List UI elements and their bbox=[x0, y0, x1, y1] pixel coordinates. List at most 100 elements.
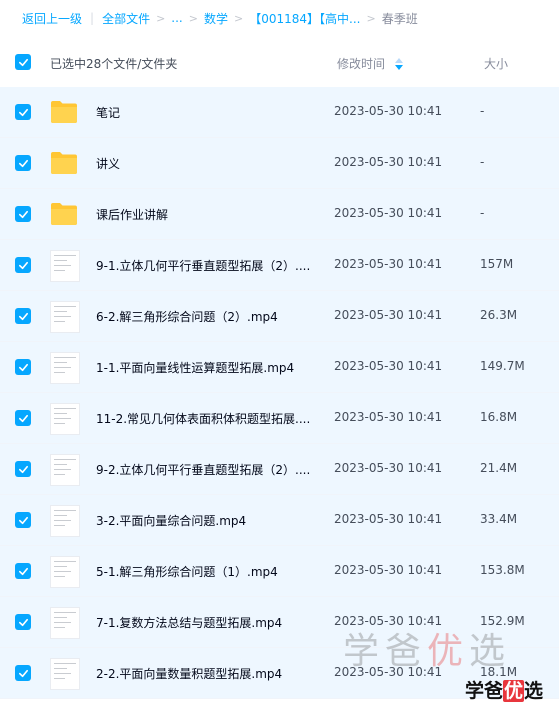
video-thumbnail bbox=[50, 454, 80, 486]
file-row[interactable]: 5-1.解三角形综合问题（1）.mp4 2023-05-30 10:41 153.8… bbox=[0, 546, 559, 597]
row-checkbox[interactable] bbox=[15, 104, 31, 120]
file-row[interactable]: 1-1.平面向量线性运算题型拓展.mp4 2023-05-30 10:41 149.… bbox=[0, 342, 559, 393]
row-checkbox[interactable] bbox=[15, 614, 31, 630]
file-modified-time: 2023-05-30 10:41 bbox=[334, 410, 443, 424]
check-icon bbox=[18, 567, 28, 575]
chevron-right-icon: > bbox=[366, 11, 376, 25]
check-icon bbox=[18, 58, 28, 66]
file-name[interactable]: 讲义 bbox=[96, 155, 311, 172]
file-name[interactable]: 6-2.解三角形综合问题（2）.mp4 bbox=[96, 308, 311, 325]
file-name[interactable]: 1-1.平面向量线性运算题型拓展.mp4 bbox=[96, 359, 311, 376]
file-row[interactable]: 讲义 2023-05-30 10:41 - bbox=[0, 138, 559, 189]
check-icon bbox=[18, 108, 28, 116]
file-modified-time: 2023-05-30 10:41 bbox=[334, 563, 443, 577]
video-thumbnail bbox=[50, 658, 80, 690]
breadcrumb-ellipsis[interactable]: ... bbox=[171, 11, 182, 25]
file-size: 157M bbox=[480, 257, 514, 271]
file-size: - bbox=[480, 155, 485, 169]
breadcrumb-divider: | bbox=[90, 11, 95, 25]
chevron-right-icon: > bbox=[188, 11, 198, 25]
check-icon bbox=[18, 159, 28, 167]
check-icon bbox=[18, 516, 28, 524]
chevron-right-icon: > bbox=[233, 11, 244, 25]
file-name[interactable]: 笔记 bbox=[96, 104, 311, 121]
file-name[interactable]: 2-2.平面向量数量积题型拓展.mp4 bbox=[96, 665, 311, 682]
video-thumbnail bbox=[50, 301, 80, 333]
file-name[interactable]: 7-1.复数方法总结与题型拓展.mp4 bbox=[96, 614, 311, 631]
check-icon bbox=[18, 312, 28, 320]
logo: 学爸优选 bbox=[465, 680, 544, 702]
file-size: - bbox=[480, 206, 485, 220]
file-size: 26.3M bbox=[480, 308, 518, 322]
video-thumbnail bbox=[50, 556, 80, 588]
row-checkbox[interactable] bbox=[15, 563, 31, 579]
list-header: 已选中28个文件/文件夹 修改时间 大小 bbox=[0, 40, 559, 84]
file-modified-time: 2023-05-30 10:41 bbox=[334, 155, 443, 169]
file-row[interactable]: 课后作业讲解 2023-05-30 10:41 - bbox=[0, 189, 559, 240]
file-name[interactable]: 5-1.解三角形综合问题（1）.mp4 bbox=[96, 563, 311, 580]
row-checkbox[interactable] bbox=[15, 257, 31, 273]
file-list: 笔记 2023-05-30 10:41- 讲义 2023-05-30 10:41- 课后… bbox=[0, 87, 559, 699]
file-size: 149.7M bbox=[480, 359, 525, 373]
breadcrumb-all-files[interactable]: 全部文件 bbox=[102, 10, 150, 27]
breadcrumb-current: 春季班 bbox=[381, 11, 418, 26]
select-all-checkbox[interactable] bbox=[15, 54, 31, 70]
file-row[interactable]: 6-2.解三角形综合问题（2）.mp4 2023-05-30 10:41 26.3M bbox=[0, 291, 559, 342]
file-row[interactable]: 9-2.立体几何平行垂直题型拓展（2）.... 2023-05-30 10:41 2… bbox=[0, 444, 559, 495]
file-modified-time: 2023-05-30 10:41 bbox=[334, 206, 443, 220]
file-modified-time: 2023-05-30 10:41 bbox=[334, 257, 443, 271]
row-checkbox[interactable] bbox=[15, 206, 31, 222]
file-name[interactable]: 11-2.常见几何体表面积体积题型拓展.... bbox=[96, 410, 311, 427]
folder-icon bbox=[51, 203, 77, 225]
file-modified-time: 2023-05-30 10:41 bbox=[334, 308, 443, 322]
row-checkbox[interactable] bbox=[15, 512, 31, 528]
file-modified-time: 2023-05-30 10:41 bbox=[334, 461, 443, 475]
check-icon bbox=[18, 465, 28, 473]
breadcrumb-course[interactable]: 【001184】【高中... bbox=[249, 10, 360, 27]
check-icon bbox=[18, 363, 28, 371]
check-icon bbox=[18, 669, 28, 677]
folder-icon bbox=[51, 101, 77, 123]
check-icon bbox=[18, 261, 28, 269]
video-thumbnail bbox=[50, 403, 80, 435]
sort-by-time-header[interactable]: 修改时间 bbox=[337, 55, 404, 72]
row-checkbox[interactable] bbox=[15, 461, 31, 477]
time-header-label: 修改时间 bbox=[337, 57, 386, 71]
file-modified-time: 2023-05-30 10:41 bbox=[334, 512, 443, 526]
video-thumbnail bbox=[50, 250, 80, 282]
file-name[interactable]: 9-2.立体几何平行垂直题型拓展（2）.... bbox=[96, 461, 311, 478]
file-name[interactable]: 课后作业讲解 bbox=[96, 206, 311, 223]
file-row[interactable]: 9-1.立体几何平行垂直题型拓展（2）.... 2023-05-30 10:41 1… bbox=[0, 240, 559, 291]
row-checkbox[interactable] bbox=[15, 155, 31, 171]
file-row[interactable]: 11-2.常见几何体表面积体积题型拓展.... 2023-05-30 10:41 1… bbox=[0, 393, 559, 444]
selected-count: 已选中28个文件/文件夹 bbox=[50, 57, 178, 71]
sort-icon bbox=[395, 57, 404, 70]
video-thumbnail bbox=[50, 352, 80, 384]
file-size: 16.8M bbox=[480, 410, 518, 424]
file-size: 21.4M bbox=[480, 461, 518, 475]
file-modified-time: 2023-05-30 10:41 bbox=[334, 359, 443, 373]
row-checkbox[interactable] bbox=[15, 410, 31, 426]
file-size: - bbox=[480, 104, 485, 118]
file-name[interactable]: 9-1.立体几何平行垂直题型拓展（2）.... bbox=[96, 257, 311, 274]
chevron-right-icon: > bbox=[156, 11, 166, 25]
file-modified-time: 2023-05-30 10:41 bbox=[334, 104, 443, 118]
video-thumbnail bbox=[50, 607, 80, 639]
breadcrumb-math[interactable]: 数学 bbox=[204, 10, 228, 27]
breadcrumb: 返回上一级 | 全部文件 > ... > 数学 > 【001184】【高中...… bbox=[0, 0, 559, 36]
back-link[interactable]: 返回上一级 bbox=[22, 10, 82, 27]
row-checkbox[interactable] bbox=[15, 359, 31, 375]
video-thumbnail bbox=[50, 505, 80, 537]
check-icon bbox=[18, 414, 28, 422]
file-size: 33.4M bbox=[480, 512, 518, 526]
row-checkbox[interactable] bbox=[15, 665, 31, 681]
row-checkbox[interactable] bbox=[15, 308, 31, 324]
file-row[interactable]: 笔记 2023-05-30 10:41 - bbox=[0, 87, 559, 138]
file-row[interactable]: 3-2.平面向量综合问题.mp4 2023-05-30 10:41 33.4M bbox=[0, 495, 559, 546]
check-icon bbox=[18, 210, 28, 218]
file-name[interactable]: 3-2.平面向量综合问题.mp4 bbox=[96, 512, 311, 529]
size-header[interactable]: 大小 bbox=[484, 55, 508, 72]
watermark: 学爸优选 bbox=[343, 631, 512, 672]
folder-icon bbox=[51, 152, 77, 174]
file-size: 153.8M bbox=[480, 563, 525, 577]
